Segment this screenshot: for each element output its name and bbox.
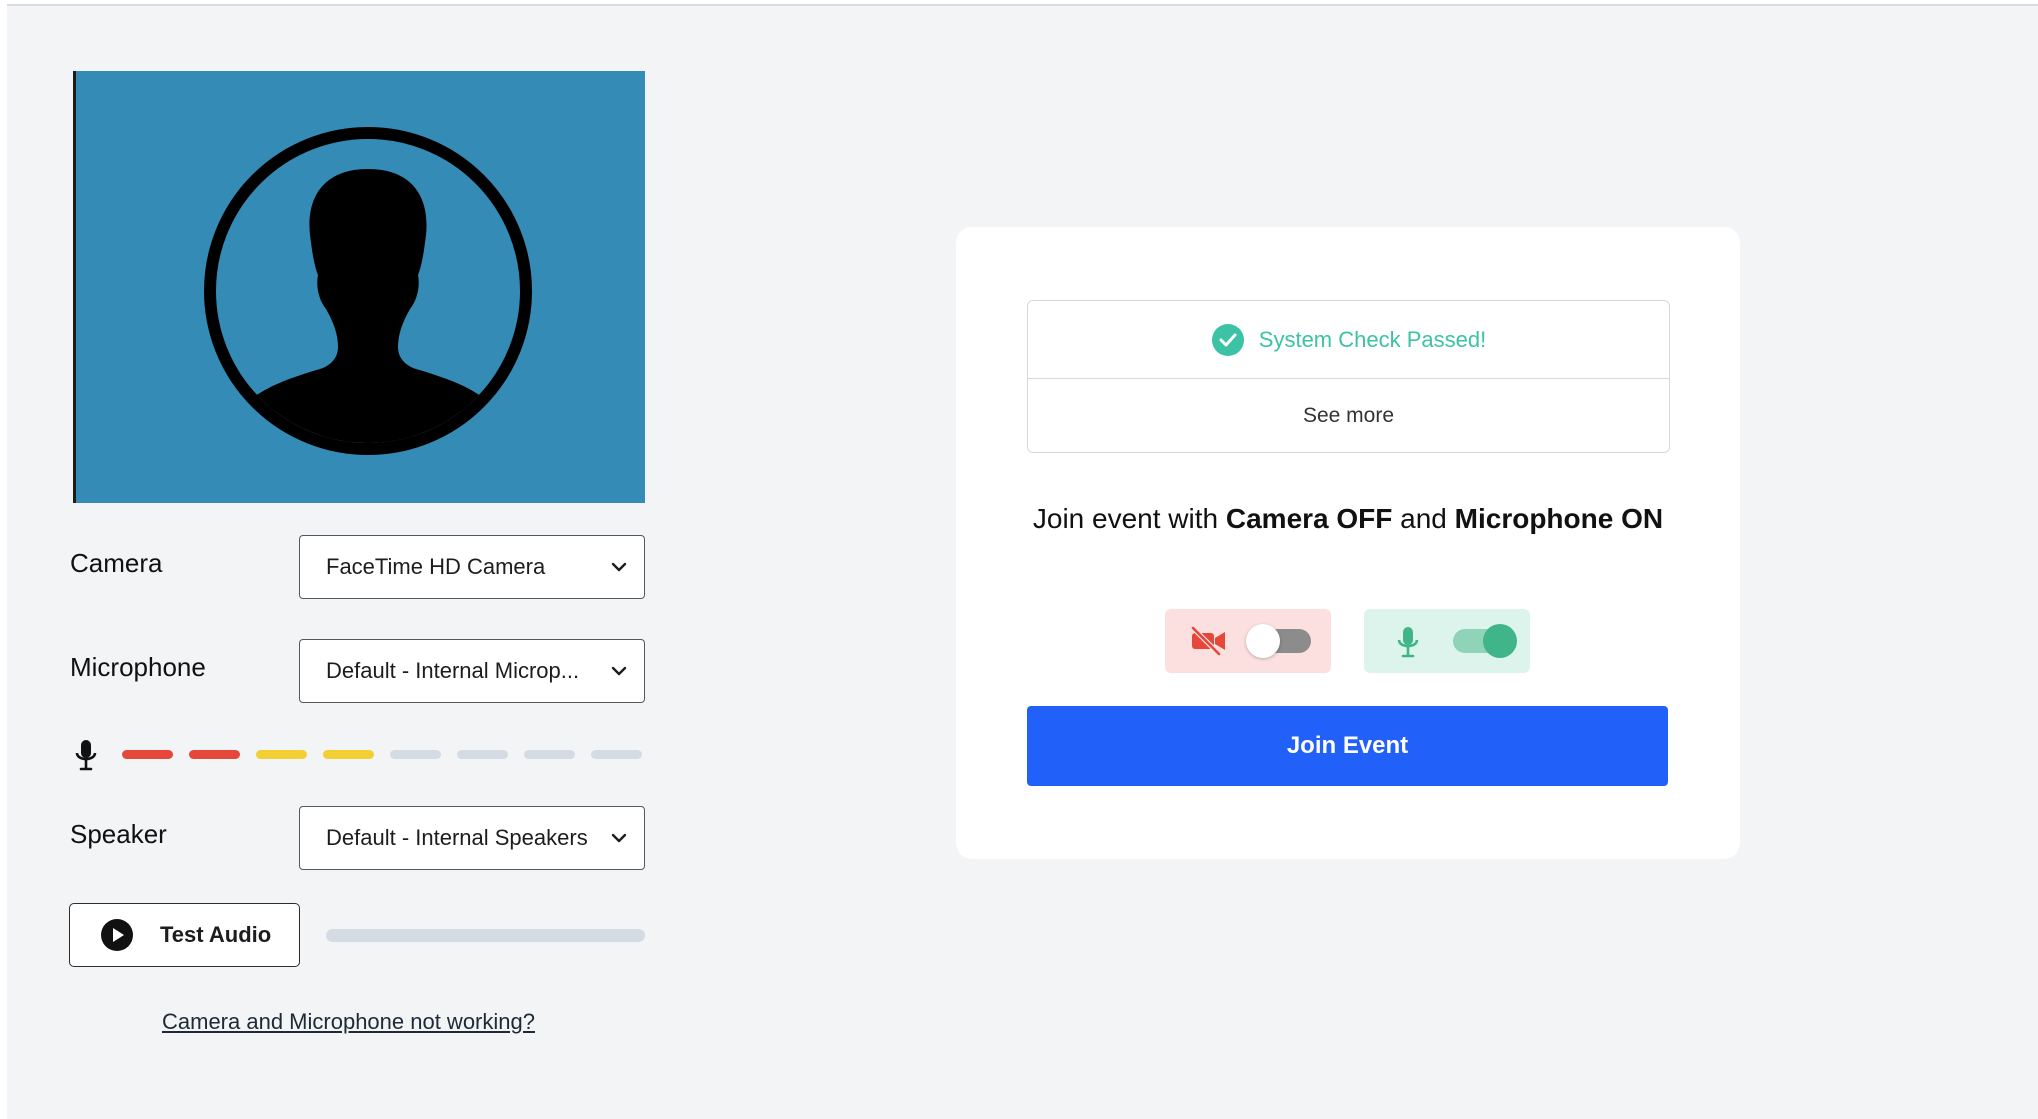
join-card: System Check Passed! See more Join event…	[956, 227, 1740, 859]
system-check-text: System Check Passed!	[1258, 326, 1487, 352]
join-prompt: Join event with Camera OFF and Microphon…	[996, 500, 1700, 538]
join-prompt-middle: and	[1392, 503, 1455, 534]
microphone-select-value: Default - Internal Microp...	[326, 658, 580, 683]
avatar-placeholder	[204, 127, 532, 455]
microphone-toggle[interactable]	[1364, 609, 1530, 673]
troubleshoot-link[interactable]: Camera and Microphone not working?	[162, 1009, 535, 1035]
microphone-icon	[75, 740, 97, 771]
join-event-button[interactable]: Join Event	[1027, 706, 1668, 786]
left-edge	[0, 0, 7, 1119]
mic-level-segment	[390, 750, 441, 759]
chevron-down-icon	[611, 833, 627, 843]
person-silhouette-icon	[216, 169, 520, 443]
system-check-status: System Check Passed!	[1028, 301, 1669, 379]
mic-level-segment	[189, 750, 240, 759]
check-circle-icon	[1211, 323, 1244, 356]
microphone-switch[interactable]	[1453, 624, 1517, 658]
camera-switch[interactable]	[1246, 624, 1311, 658]
speaker-select-value: Default - Internal Speakers	[326, 825, 588, 850]
join-prompt-prefix: Join event with	[1032, 503, 1226, 534]
microphone-label: Microphone	[70, 652, 206, 682]
mic-level-segment	[457, 750, 508, 759]
mic-level-segment	[524, 750, 575, 759]
test-audio-label: Test Audio	[160, 922, 272, 947]
test-audio-button[interactable]: Test Audio	[69, 903, 300, 967]
speaker-select[interactable]: Default - Internal Speakers	[299, 806, 645, 870]
microphone-switch-knob	[1483, 624, 1517, 658]
microphone-icon	[1397, 627, 1419, 658]
join-prompt-mic-state: Microphone ON	[1454, 503, 1664, 534]
mic-level-segment	[122, 750, 173, 759]
camera-switch-knob	[1246, 624, 1280, 658]
camera-preview	[73, 71, 645, 503]
camera-select[interactable]: FaceTime HD Camera	[299, 535, 645, 599]
camera-label: Camera	[70, 548, 163, 578]
join-prompt-camera-state: Camera OFF	[1225, 503, 1393, 534]
mic-level-segment	[256, 750, 307, 759]
top-border	[0, 0, 2038, 6]
chevron-down-icon	[611, 562, 627, 572]
mic-level-meter	[72, 738, 647, 772]
chevron-down-icon	[611, 666, 627, 676]
mic-level-segment	[591, 750, 642, 759]
camera-toggle[interactable]	[1165, 609, 1331, 673]
video-off-icon	[1191, 626, 1225, 656]
mic-level-segment	[323, 750, 374, 759]
see-more-link[interactable]: See more	[1028, 379, 1669, 452]
microphone-select[interactable]: Default - Internal Microp...	[299, 639, 645, 703]
camera-select-value: FaceTime HD Camera	[326, 554, 546, 579]
speaker-label: Speaker	[70, 819, 167, 849]
audio-progress-track	[326, 929, 645, 942]
system-check-panel: System Check Passed! See more	[1027, 300, 1670, 453]
play-icon	[101, 919, 133, 951]
